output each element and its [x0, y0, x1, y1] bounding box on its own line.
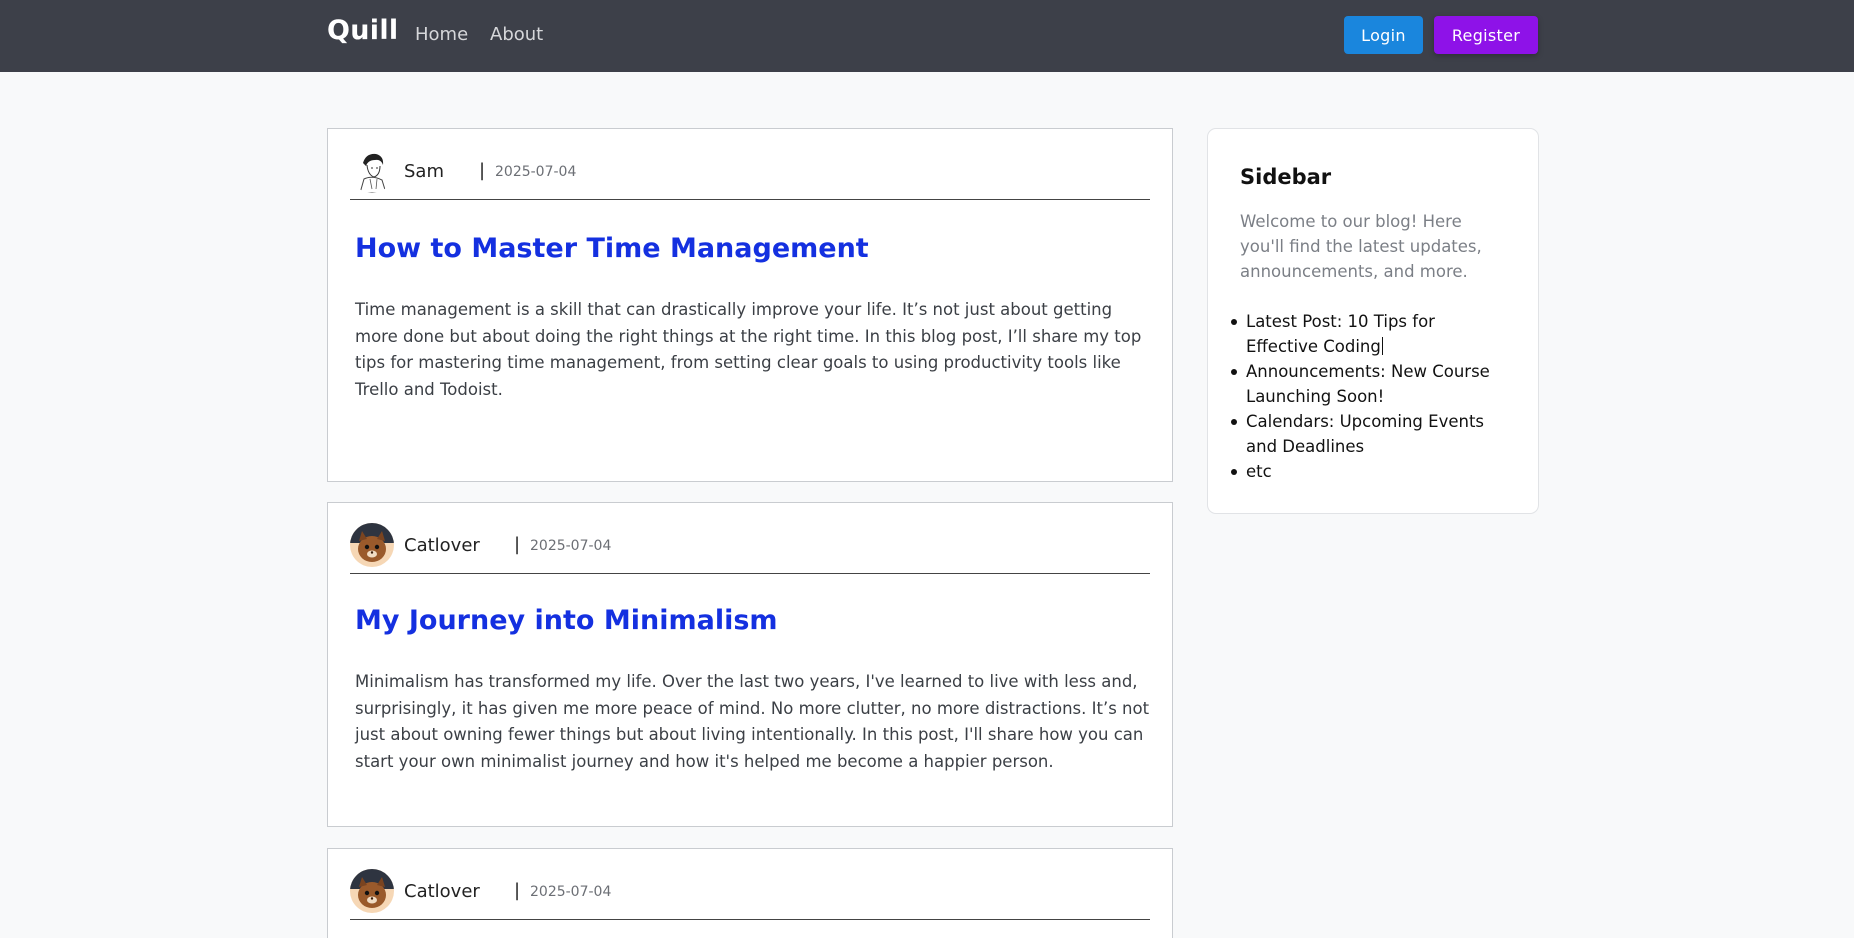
post-header: Catlover | 2025-07-04: [350, 523, 1150, 574]
sidebar-intro: Welcome to our blog! Here you'll find th…: [1240, 212, 1482, 281]
author-date-separator: |: [514, 880, 521, 901]
top-navbar: Quill Home About Login Register: [0, 0, 1854, 72]
sidebar-list-item: Latest Post: 10 Tips for Effective Codin…: [1231, 309, 1508, 359]
nav-link-about[interactable]: About: [490, 24, 543, 45]
post-card: Catlover | 2025-07-04 My Journey into Mi…: [327, 502, 1173, 827]
post-card: Sam | 2025-07-04 How to Master Time Mana…: [327, 128, 1173, 482]
sidebar-list-item: etc: [1231, 459, 1508, 484]
post-card: Catlover | 2025-07-04: [327, 848, 1173, 938]
author-date-separator: |: [479, 160, 486, 181]
sidebar-list-item: Announcements: New Course Launching Soon…: [1231, 359, 1508, 409]
nav-link-home[interactable]: Home: [415, 24, 468, 45]
post-excerpt: Minimalism has transformed my life. Over…: [355, 672, 1150, 771]
post-title[interactable]: My Journey into Minimalism: [355, 605, 778, 636]
cat-avatar-icon[interactable]: [350, 869, 394, 913]
sidebar-list: Latest Post: 10 Tips for Effective Codin…: [1231, 309, 1508, 484]
post-author[interactable]: Catlover: [404, 881, 480, 902]
brand-logo[interactable]: Quill: [327, 15, 398, 46]
sidebar-title: Sidebar: [1240, 165, 1332, 189]
sketch-avatar-icon[interactable]: [350, 149, 394, 193]
cat-avatar-icon[interactable]: [350, 523, 394, 567]
post-author[interactable]: Catlover: [404, 535, 480, 556]
register-button[interactable]: Register: [1434, 16, 1538, 54]
login-button[interactable]: Login: [1344, 16, 1423, 54]
post-excerpt: Time management is a skill that can dras…: [355, 300, 1142, 399]
text-cursor: [1381, 337, 1383, 355]
post-date: 2025-07-04: [530, 538, 612, 554]
post-title[interactable]: How to Master Time Management: [355, 233, 869, 264]
post-date: 2025-07-04: [495, 164, 577, 180]
post-header: Sam | 2025-07-04: [350, 149, 1150, 200]
post-date: 2025-07-04: [530, 884, 612, 900]
author-date-separator: |: [514, 534, 521, 555]
sidebar-list-item: Calendars: Upcoming Events and Deadlines: [1231, 409, 1508, 459]
post-author[interactable]: Sam: [404, 161, 444, 182]
sidebar-list-item-text: Latest Post: 10 Tips for Effective Codin…: [1246, 312, 1435, 356]
sidebar-panel: Sidebar Welcome to our blog! Here you'll…: [1207, 128, 1539, 514]
post-header: Catlover | 2025-07-04: [350, 869, 1150, 920]
